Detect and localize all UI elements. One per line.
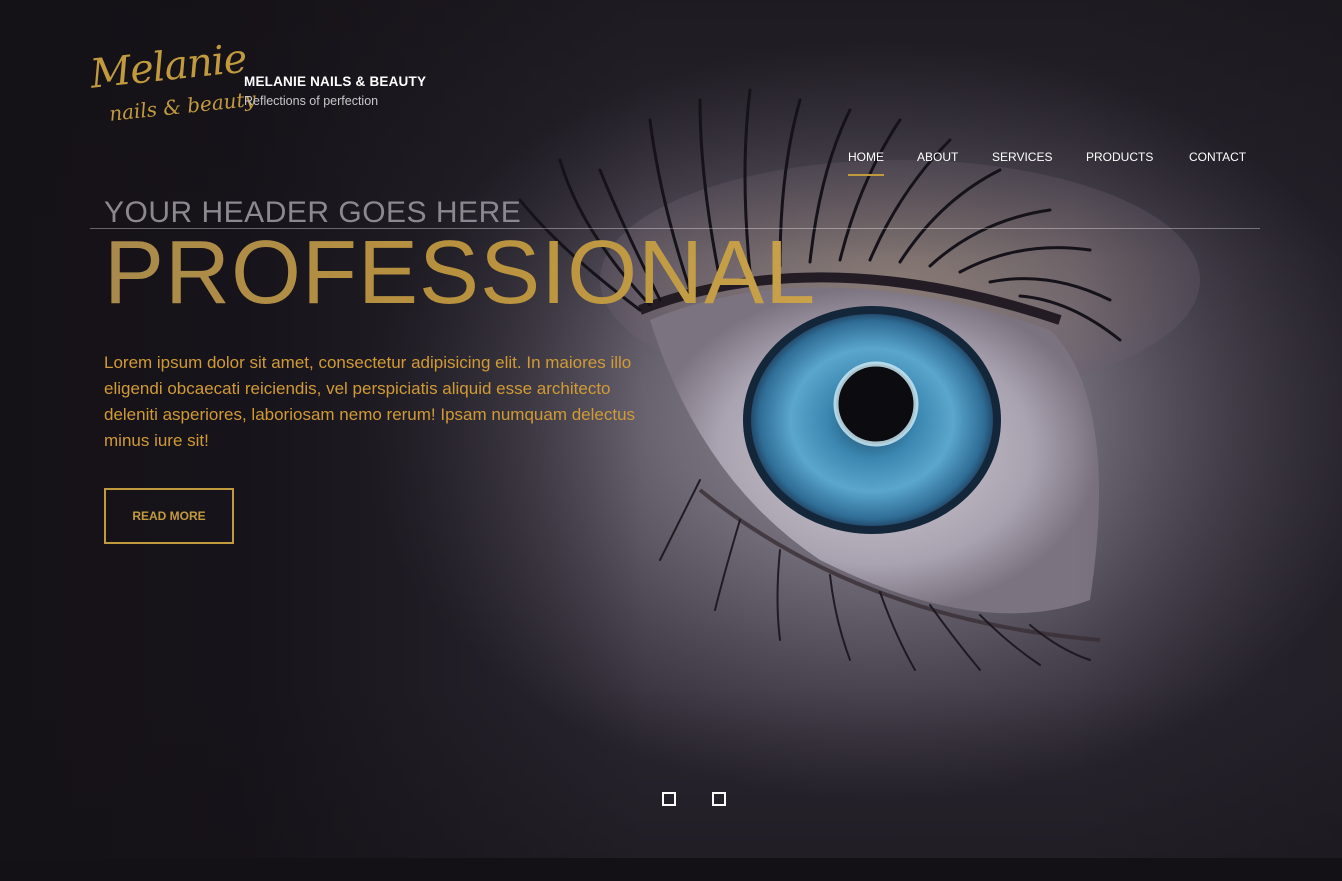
- brand-tagline: Reflections of perfection: [244, 94, 379, 108]
- nav-item-contact[interactable]: CONTACT: [1189, 150, 1246, 164]
- nav-item-services[interactable]: SERVICES: [992, 150, 1052, 164]
- nav-item-about[interactable]: ABOUT: [917, 150, 958, 164]
- footer-strip: [0, 858, 1342, 881]
- read-more-button[interactable]: READ MORE: [104, 488, 234, 544]
- nav-item-products[interactable]: PRODUCTS: [1086, 150, 1153, 164]
- hero-headline: PROFESSIONAL: [104, 223, 817, 323]
- main-nav: HOME ABOUT SERVICES PRODUCTS CONTACT: [0, 150, 1342, 180]
- nav-item-home[interactable]: HOME: [848, 150, 884, 176]
- slider-dot-2[interactable]: [712, 792, 726, 806]
- brand-logo[interactable]: Melanie nails & beauty: [88, 36, 257, 142]
- brand-name[interactable]: MELANIE NAILS & BEAUTY: [244, 74, 426, 89]
- hero-body-text: Lorem ipsum dolor sit amet, consectetur …: [104, 353, 636, 450]
- hero-slider: Melanie nails & beauty MELANIE NAILS & B…: [0, 0, 1342, 858]
- slider-dot-1[interactable]: [662, 792, 676, 806]
